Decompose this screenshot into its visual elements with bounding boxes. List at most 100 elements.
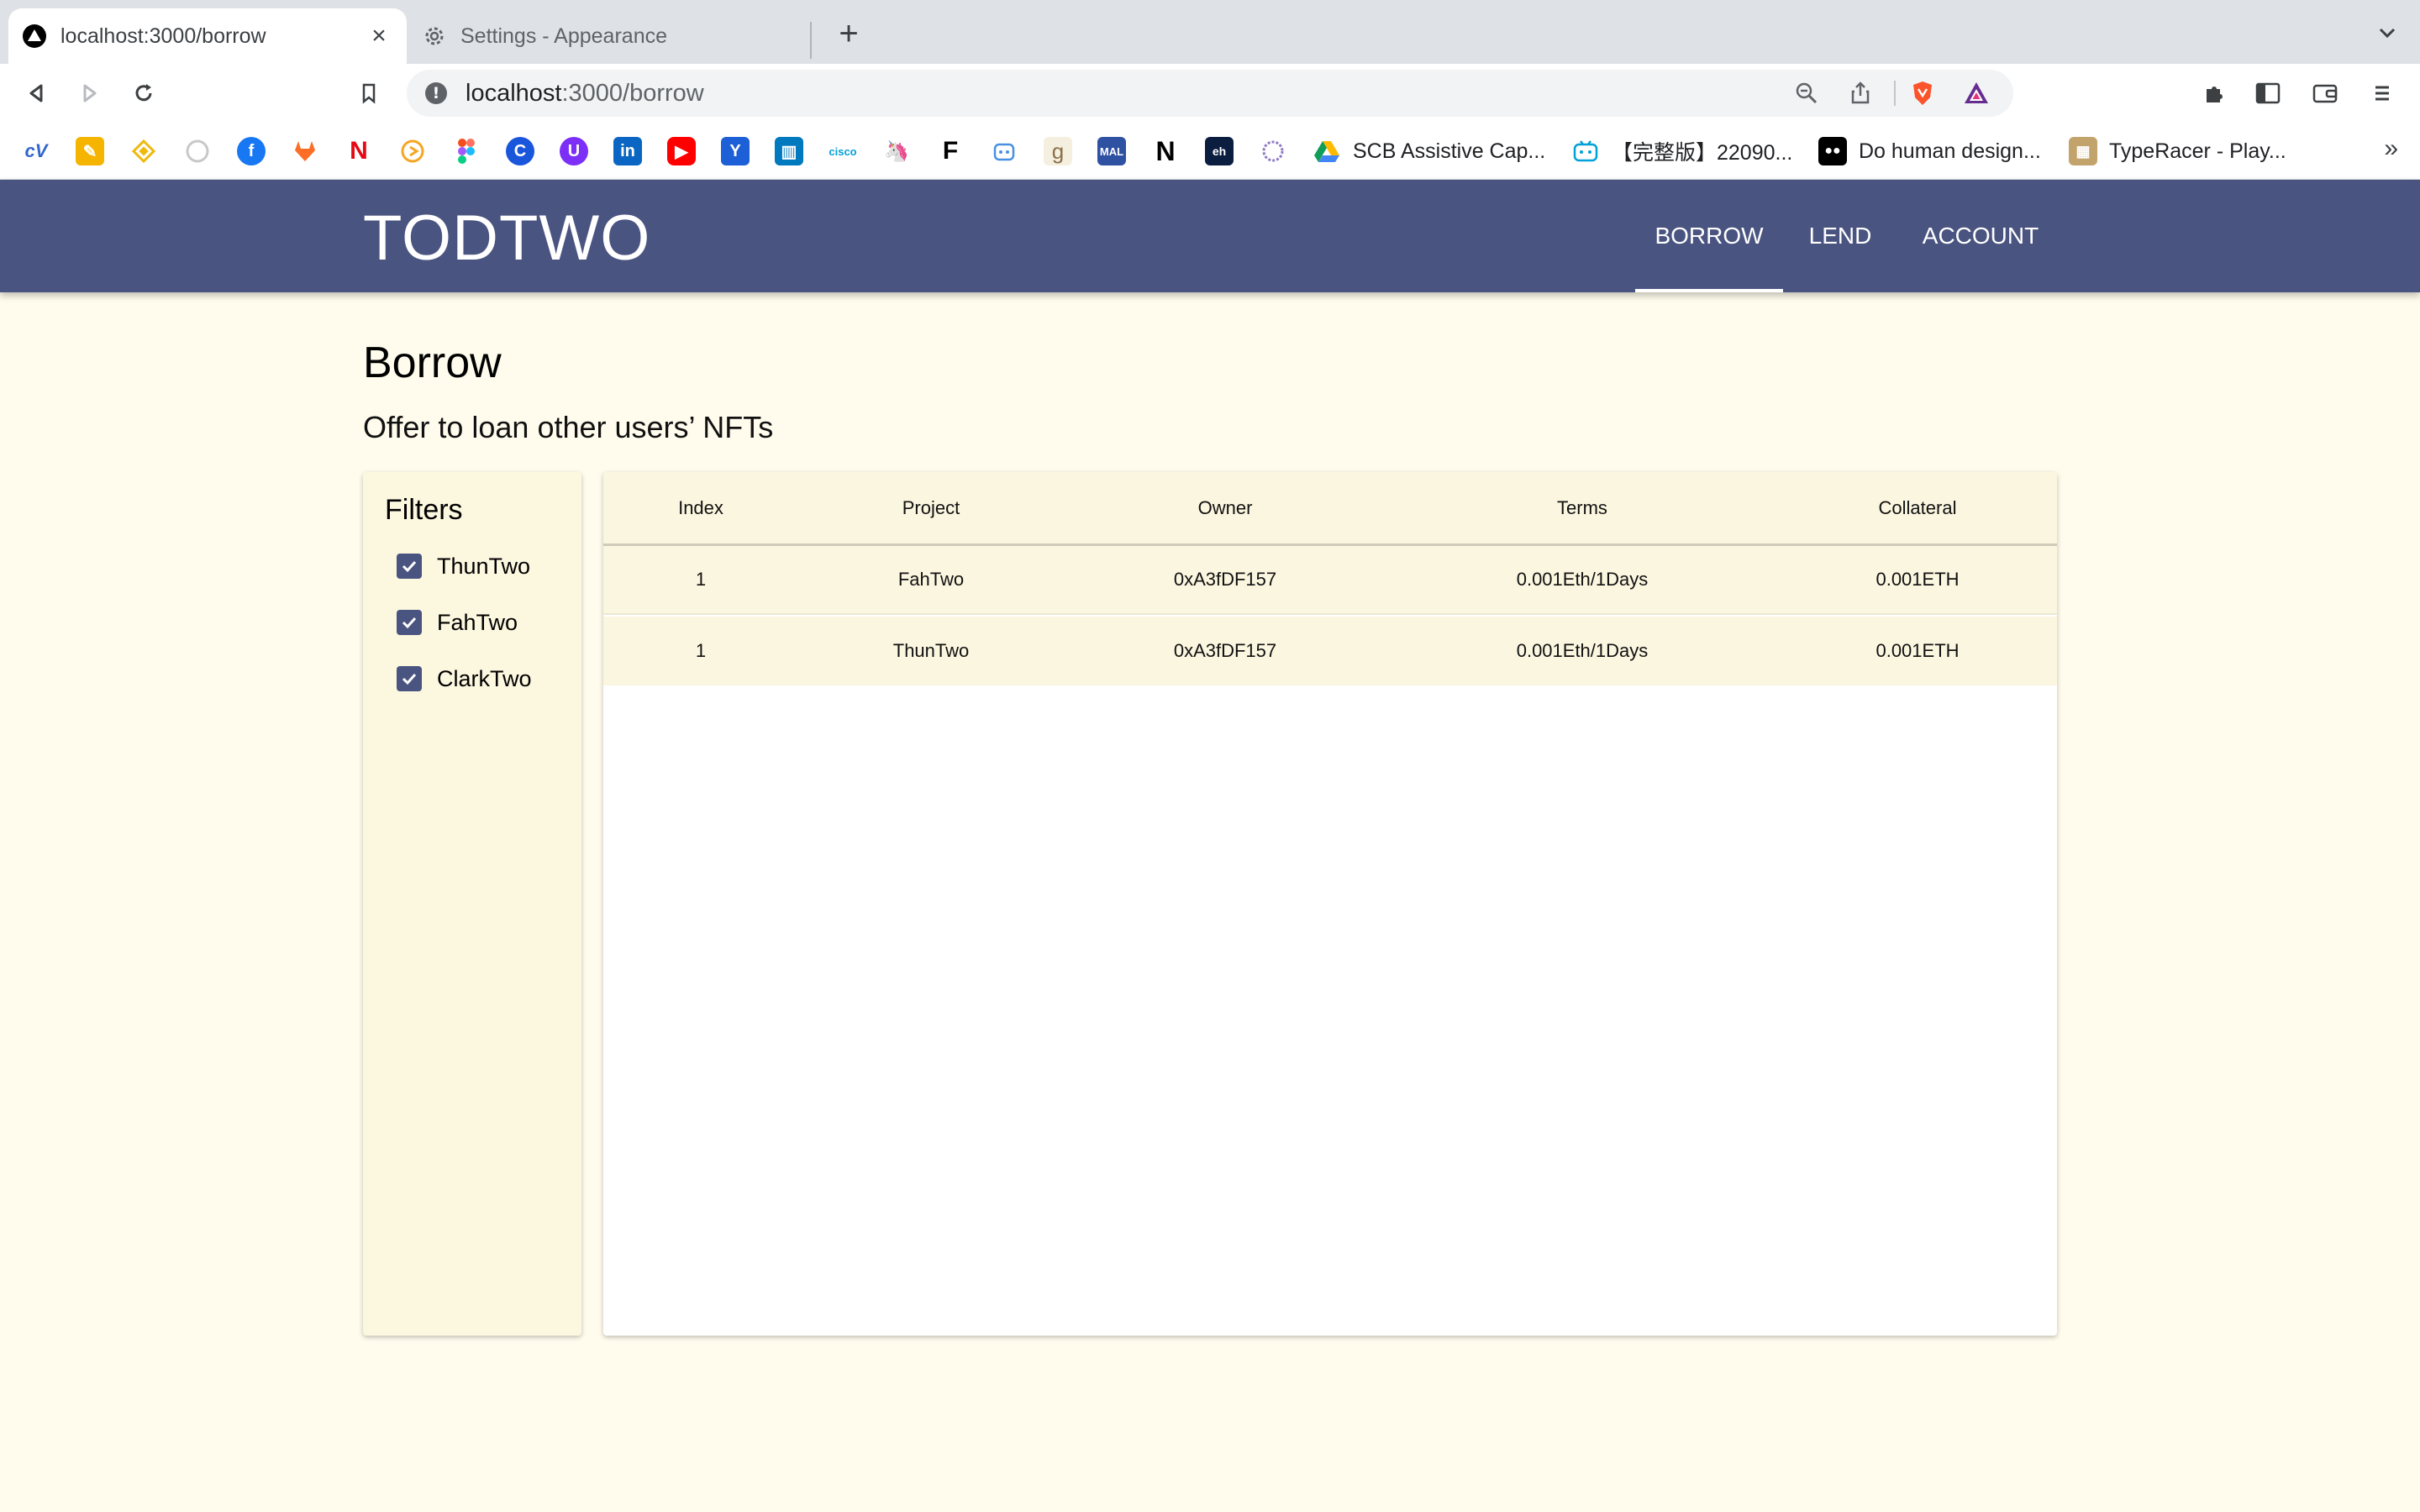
cell-terms: 0.001Eth/1Days [1516,569,1649,590]
triangle-logo-icon [22,24,47,49]
robot-icon[interactable] [990,137,1018,165]
cell-project: FahTwo [897,569,965,590]
bookmark-label: 【完整版】22090... [1612,141,1793,165]
myanimelist-icon[interactable]: MAL [1097,137,1126,165]
extensions-icon[interactable] [2198,77,2230,109]
brave-rewards-icon[interactable] [1961,78,1991,108]
cell-index: 1 [695,640,707,661]
nav-account[interactable]: ACCOUNT [1911,180,2050,292]
goodreads-icon[interactable]: g [1044,137,1072,165]
address-bar[interactable]: ! localhost:3000/borrow [407,70,2013,117]
page-title: Borrow [363,339,502,387]
page-subtitle: Offer to loan other users’ NFTs [363,410,774,444]
column-header-terms[interactable]: Terms [1386,472,1778,543]
bookmark-scb[interactable]: SCB Assistive Cap... [1313,134,1545,168]
bookmark-medium[interactable]: ●● Do human design... [1818,134,2041,168]
checkbox-checked[interactable] [397,666,422,691]
filter-label: FahTwo [437,609,518,635]
forward-icon[interactable] [74,77,106,109]
f-logo-icon[interactable]: F [936,137,965,165]
tab-title: Settings - Appearance [460,24,667,48]
tab-title: localhost:3000/borrow [60,24,266,48]
binance-icon[interactable] [129,137,158,165]
filters-title: Filters [385,494,463,526]
bookmark-bilibili[interactable]: 【完整版】22090... [1571,134,1792,168]
bilibili-icon [1571,137,1600,165]
youtube-icon[interactable]: ▶ [667,137,696,165]
typeracer-icon: ▦ [2069,137,2097,165]
nav-lend[interactable]: LEND [1798,180,1882,292]
tab-borrow[interactable]: localhost:3000/borrow × [8,8,407,64]
bookmark-typeracer[interactable]: ▦ TypeRacer - Play... [2069,134,2286,168]
facebook-icon[interactable]: f [237,137,266,165]
url-host: localhost [466,79,562,107]
reload-icon[interactable] [128,77,160,109]
filter-label: ThunTwo [437,553,531,579]
chevron-down-icon[interactable] [2375,20,2400,45]
medium-icon: ●● [1818,137,1847,165]
yammer-icon[interactable]: Y [721,137,750,165]
nav-borrow[interactable]: BORROW [1635,180,1783,292]
column-header-project[interactable]: Project [798,472,1064,543]
wallet-icon[interactable] [2309,77,2341,109]
info-icon[interactable]: ! [425,82,447,104]
tab-settings[interactable]: Settings - Appearance [415,8,810,64]
brand-logo[interactable]: TODTWO [363,202,650,275]
bookmark-icon[interactable] [353,77,385,109]
column-header-collateral[interactable]: Collateral [1778,472,2057,543]
cell-owner: 0xA3fDF157 [1173,640,1277,661]
browser-toolbar: ! localhost:3000/borrow [0,64,2420,123]
app-header: TODTWO BORROW LEND ACCOUNT [0,180,2420,292]
url-path: :3000/borrow [561,79,704,107]
chevron-double-right-icon[interactable]: » [2384,134,2398,163]
share-icon[interactable] [1845,78,1876,108]
filter-label: ClarkTwo [437,665,532,691]
eh-icon[interactable]: eh [1205,137,1234,165]
filter-item-thuntwo[interactable]: ThunTwo [397,549,530,583]
codility-icon[interactable]: cV [22,137,50,165]
linkedin-icon[interactable]: in [613,137,642,165]
cell-collateral: 0.001ETH [1876,640,1960,661]
brave-shield-icon[interactable] [1907,78,1938,108]
bookmark-label: TypeRacer - Play... [2109,139,2286,163]
new-tab-button[interactable]: + [832,17,865,50]
dots-circle-icon[interactable] [1259,137,1287,165]
column-header-index[interactable]: Index [603,472,798,543]
table-row[interactable]: 1 ThunTwo 0xA3fDF157 0.001Eth/1Days 0.00… [603,617,2057,685]
filter-item-fahtwo[interactable]: FahTwo [397,606,518,639]
checkbox-checked[interactable] [397,554,422,579]
bookmarks-bar: cV ✎ f N C U in ▶ Y ▥ cisco 🦄 F g MAL N … [0,123,2420,180]
netflix-icon[interactable]: N [345,137,373,165]
filter-item-clarktwo[interactable]: ClarkTwo [397,662,532,696]
pencil-icon[interactable]: ✎ [76,137,104,165]
column-header-owner[interactable]: Owner [1064,472,1386,543]
cell-index: 1 [695,569,707,590]
table-row[interactable]: 1 FahTwo 0xA3fDF157 0.001Eth/1Days 0.001… [603,546,2057,615]
cell-collateral: 0.001ETH [1876,569,1960,590]
tab-separator [810,22,812,59]
n-logo-icon[interactable]: N [1151,136,1180,166]
cell-project: ThunTwo [892,640,970,661]
sidebar-icon[interactable] [2252,77,2284,109]
cell-terms: 0.001Eth/1Days [1516,640,1649,661]
bookmark-label: Do human design... [1859,139,2041,163]
gear-icon [422,24,447,49]
udemy-icon[interactable]: U [560,137,588,165]
figma-icon[interactable] [452,137,481,165]
cisco-icon[interactable]: cisco [829,137,857,165]
checkbox-checked[interactable] [397,610,422,635]
close-icon[interactable]: × [366,22,392,50]
github-icon[interactable] [183,137,212,165]
uniswap-icon[interactable]: 🦄 [882,137,911,165]
coursera-icon[interactable]: C [506,137,534,165]
omnibox-divider [1894,81,1896,106]
browser-tab-strip: localhost:3000/borrow × Settings - Appea… [0,0,2420,64]
menu-icon[interactable] [2366,77,2398,109]
cell-owner: 0xA3fDF157 [1173,569,1277,590]
gitlab-icon[interactable] [291,137,319,165]
back-icon[interactable] [20,77,52,109]
trello-icon[interactable]: ▥ [775,137,803,165]
google-drive-icon [1313,137,1341,165]
zoom-icon[interactable] [1791,78,1822,108]
play-circle-icon[interactable] [398,137,427,165]
